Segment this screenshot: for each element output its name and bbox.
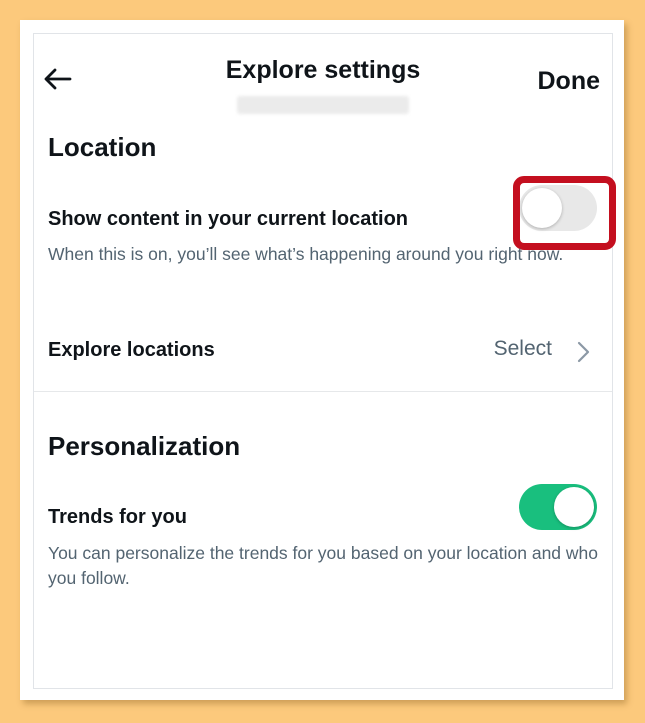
redacted-account-name: [237, 96, 409, 114]
trends-for-you-description: You can personalize the trends for you b…: [48, 543, 599, 588]
screenshot-frame: Explore settings Done Location Show cont…: [20, 20, 624, 700]
chevron-right-icon: [577, 341, 590, 363]
highlight-annotation: [513, 176, 616, 250]
page-title: Explore settings: [225, 56, 421, 84]
personalization-section-title: Personalization: [48, 431, 241, 461]
show-content-location-label: Show content in your current location: [48, 208, 409, 230]
explore-locations-row[interactable]: Explore locations Select: [34, 334, 612, 374]
explore-locations-label: Explore locations: [48, 339, 215, 361]
explore-settings-panel: Explore settings Done Location Show cont…: [33, 33, 616, 689]
toggle-knob: [554, 487, 594, 527]
explore-locations-value: Select: [493, 337, 552, 360]
trends-for-you-label: Trends for you: [48, 506, 187, 528]
section-divider: [34, 391, 612, 392]
location-section-title: Location: [48, 132, 157, 162]
trends-for-you-toggle[interactable]: [519, 484, 597, 530]
show-content-location-description: When this is on, you’ll see what’s happe…: [48, 244, 564, 264]
done-button[interactable]: Done: [538, 67, 601, 96]
